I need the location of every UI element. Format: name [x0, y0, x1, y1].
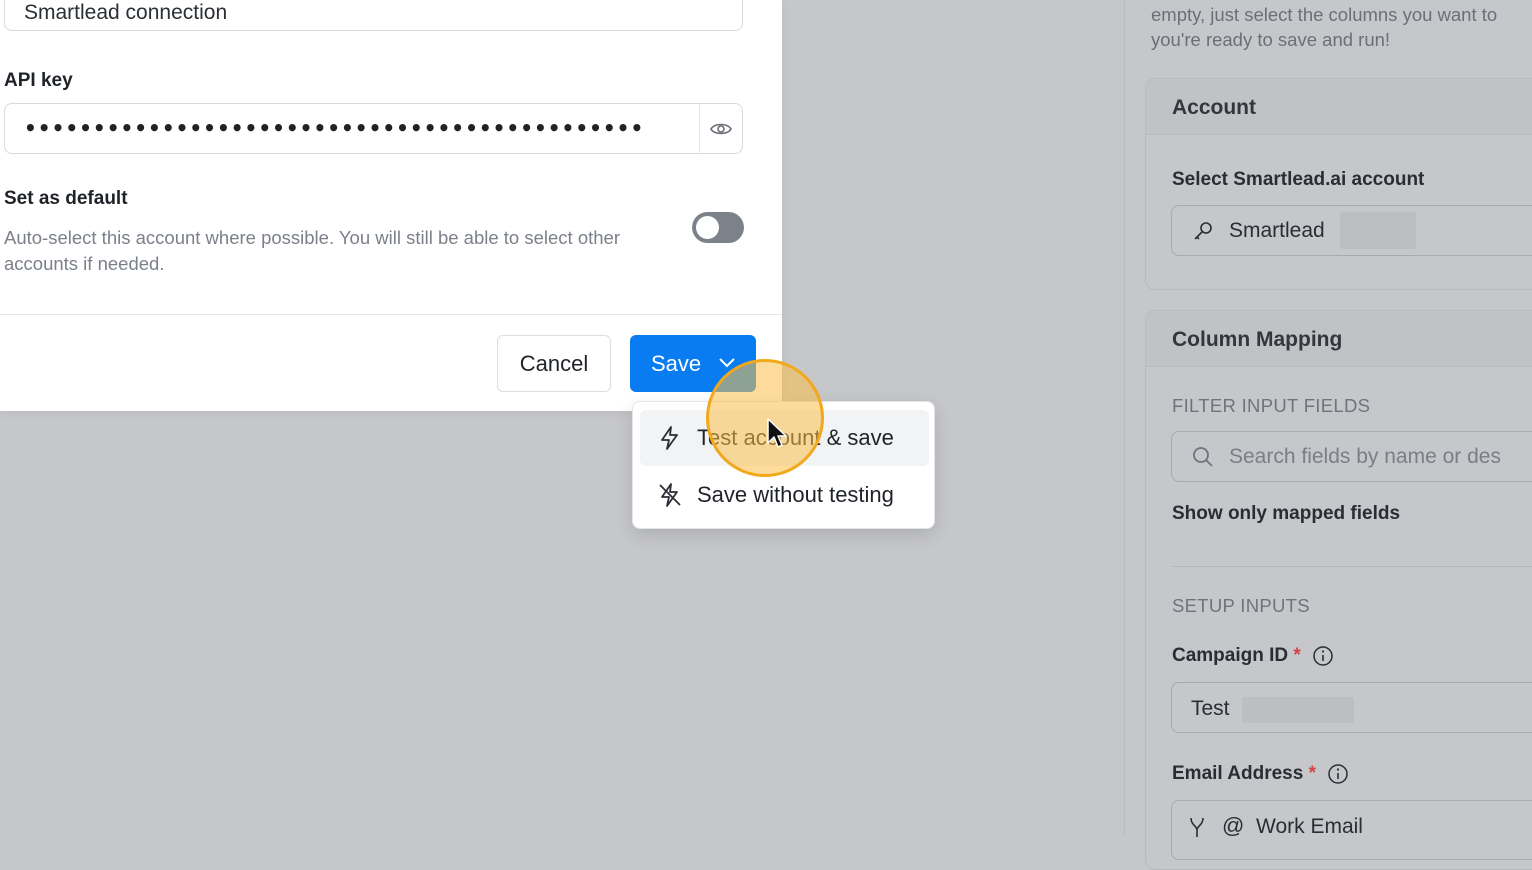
account-card-title: Account — [1172, 96, 1256, 119]
modal-footer-divider — [0, 314, 782, 315]
lightning-icon — [661, 426, 678, 450]
campaign-id-input[interactable]: Test — [1171, 682, 1532, 733]
search-icon — [1193, 447, 1213, 467]
set-default-toggle[interactable] — [692, 212, 744, 243]
filter-section-heading: FILTER INPUT FIELDS — [1172, 395, 1371, 416]
save-button-label: Save — [651, 351, 702, 376]
set-default-label: Set as default — [4, 188, 128, 209]
lightning-off-icon — [659, 483, 681, 507]
select-account-label: Select Smartlead.ai account — [1172, 169, 1425, 190]
cancel-button[interactable]: Cancel — [497, 335, 611, 392]
toggle-knob — [696, 216, 719, 239]
menu-item-save-without-testing[interactable]: Save without testing — [640, 467, 929, 523]
setup-section-heading: SETUP INPUTS — [1172, 595, 1310, 616]
field-search-input[interactable]: Search fields by name or des — [1171, 431, 1532, 482]
section-divider — [1172, 566, 1532, 567]
column-mapping-header: Column Mapping — [1146, 311, 1532, 367]
connection-name-input[interactable]: Smartlead connection — [4, 0, 743, 31]
info-icon[interactable] — [1327, 763, 1349, 785]
campaign-id-label: Campaign ID * — [1172, 645, 1334, 667]
at-sign-icon: @ — [1222, 813, 1245, 838]
api-key-masked-value: ••••••••••••••••••••••••••••••••••••••••… — [24, 116, 645, 140]
api-key-input[interactable]: ••••••••••••••••••••••••••••••••••••••••… — [4, 103, 743, 154]
email-address-input[interactable]: @ Work Email — [1171, 800, 1532, 860]
search-placeholder: Search fields by name or des — [1229, 445, 1501, 468]
merge-icon — [1190, 817, 1204, 837]
email-address-label: Email Address * — [1172, 763, 1349, 785]
connection-modal: Smartlead connection API key •••••••••••… — [0, 0, 782, 411]
required-asterisk: * — [1308, 763, 1316, 785]
connection-name-value: Smartlead connection — [24, 1, 228, 24]
required-asterisk: * — [1293, 645, 1301, 667]
panel-intro-text: empty, just select the columns you want … — [1151, 2, 1497, 52]
eye-icon[interactable] — [709, 118, 733, 140]
eye-divider — [699, 104, 700, 153]
email-address-label-text: Email Address — [1172, 763, 1304, 785]
email-address-value: Work Email — [1256, 815, 1363, 838]
column-mapping-card: Column Mapping — [1145, 310, 1532, 870]
campaign-id-label-text: Campaign ID — [1172, 645, 1289, 667]
redacted-block — [1242, 697, 1354, 723]
intro-line-1: empty, just select the columns you want … — [1151, 4, 1498, 25]
show-mapped-toggle-label[interactable]: Show only mapped fields — [1172, 503, 1400, 525]
campaign-id-value: Test — [1191, 697, 1230, 720]
set-default-description: Auto-select this account where possible.… — [4, 227, 620, 274]
column-mapping-title: Column Mapping — [1172, 328, 1343, 351]
mouse-cursor-icon — [767, 418, 787, 448]
redacted-block — [1340, 212, 1416, 249]
cursor-highlight — [706, 359, 824, 477]
account-card-header: Account — [1146, 79, 1532, 135]
account-select[interactable]: Smartlead — [1171, 205, 1532, 256]
api-key-label: API key — [4, 70, 73, 91]
selected-account-value: Smartlead — [1229, 219, 1325, 242]
info-icon[interactable] — [1312, 645, 1334, 667]
key-icon — [1194, 222, 1212, 240]
intro-line-2: you're ready to save and run! — [1151, 29, 1391, 50]
menu-item-label: Save without testing — [697, 482, 894, 507]
